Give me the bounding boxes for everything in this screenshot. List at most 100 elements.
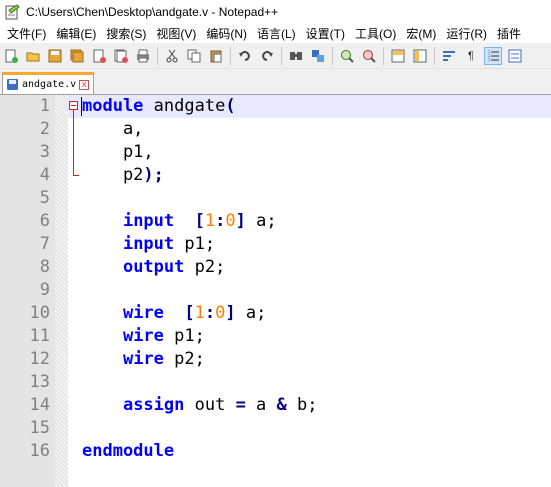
toolbar-separator xyxy=(383,46,384,65)
toolbar-separator xyxy=(281,46,282,65)
user-language-icon[interactable] xyxy=(507,48,523,64)
number-token: 0 xyxy=(225,211,236,231)
new-file-icon[interactable] xyxy=(3,48,19,64)
number-token: 0 xyxy=(215,303,226,323)
line-number: 5 xyxy=(39,188,50,208)
operator-token: [ xyxy=(184,303,195,323)
text-token: out xyxy=(184,395,236,415)
line-number: 4 xyxy=(39,165,50,185)
operator-token: ] xyxy=(225,303,236,323)
code-line: a, xyxy=(82,118,143,141)
keyword-token: endmodule xyxy=(82,441,175,461)
text-token: p2; xyxy=(184,257,226,277)
text-caret xyxy=(81,97,82,116)
operator-token: ] xyxy=(235,211,246,231)
replace-icon[interactable] xyxy=(310,48,326,64)
close-tab-icon[interactable]: x xyxy=(79,79,90,90)
zoom-in-icon[interactable] xyxy=(339,48,355,64)
menu-macro[interactable]: 宏(M) xyxy=(401,25,441,42)
menu-edit[interactable]: 编辑(E) xyxy=(51,25,101,42)
keyword-token: wire xyxy=(122,303,164,323)
operator-token: ( xyxy=(225,96,236,116)
zoom-out-icon[interactable] xyxy=(361,48,377,64)
show-all-characters-icon[interactable]: ¶ xyxy=(463,48,479,64)
menu-language[interactable]: 语言(L) xyxy=(252,25,301,42)
close-all-icon[interactable] xyxy=(113,48,129,64)
copy-icon[interactable] xyxy=(186,48,202,64)
find-icon[interactable] xyxy=(288,48,304,64)
code-line: input [1:0] a; xyxy=(82,210,277,233)
redo-icon[interactable] xyxy=(259,48,275,64)
save-all-icon[interactable] xyxy=(69,48,85,64)
line-number: 9 xyxy=(39,280,50,300)
line-number: 8 xyxy=(39,257,50,277)
close-file-icon[interactable] xyxy=(91,48,107,64)
keyword-token: output xyxy=(122,257,185,277)
sync-horizontal-icon[interactable] xyxy=(412,48,428,64)
menu-plugins[interactable]: 插件 xyxy=(492,25,526,42)
line-number: 12 xyxy=(29,349,50,369)
code-line: wire p2; xyxy=(82,348,205,371)
text-token: p1; xyxy=(163,326,205,346)
text-token: p1; xyxy=(174,234,216,254)
indent-guide-icon[interactable] xyxy=(484,46,502,65)
menu-settings[interactable]: 设置(T) xyxy=(301,25,350,42)
fold-margin[interactable] xyxy=(55,95,68,487)
line-number: 7 xyxy=(39,234,50,254)
toolbar-separator xyxy=(230,46,231,65)
open-file-icon[interactable] xyxy=(25,48,41,64)
text-token: p2 xyxy=(82,165,144,185)
saved-file-icon xyxy=(7,79,18,90)
line-number: 1 xyxy=(39,96,50,116)
cut-icon[interactable] xyxy=(164,48,180,64)
code-line: wire p1; xyxy=(82,325,205,348)
paste-icon[interactable] xyxy=(208,48,224,64)
print-icon[interactable] xyxy=(135,48,151,64)
menu-file[interactable]: 文件(F) xyxy=(0,25,51,42)
fold-guide-line xyxy=(73,110,74,175)
number-token: 1 xyxy=(194,303,205,323)
menu-encoding[interactable]: 编码(N) xyxy=(201,25,252,42)
menu-bar: 文件(F) 编辑(E) 搜索(S) 视图(V) 编码(N) 语言(L) 设置(T… xyxy=(0,23,551,43)
sync-vertical-icon[interactable] xyxy=(390,48,406,64)
keyword-token: input xyxy=(122,211,175,231)
toolbar-separator xyxy=(434,46,435,65)
toolbar: ¶ xyxy=(0,43,551,69)
text-token: andgate xyxy=(143,96,226,116)
number-token: 1 xyxy=(204,211,216,231)
code-line: module andgate( xyxy=(82,95,236,118)
toolbar-separator xyxy=(157,46,158,65)
code-line: p2); xyxy=(82,164,164,187)
tab-label: andgate.v xyxy=(22,79,77,90)
keyword-token: wire xyxy=(122,326,164,346)
text-token: p1, xyxy=(82,142,154,162)
save-icon[interactable] xyxy=(47,48,63,64)
title-bar: C:\Users\Chen\Desktop\andgate.v - Notepa… xyxy=(0,0,551,23)
operator-token: [ xyxy=(194,211,205,231)
code-editor[interactable]: 1 module andgate(2 a, 3 p1, 4 p2); 5 6 input … xyxy=(0,95,551,487)
operator-token: : xyxy=(204,303,216,323)
code-line: assign out = a & b; xyxy=(82,394,318,417)
menu-tools[interactable]: 工具(O) xyxy=(350,25,401,42)
tab-andgate-v[interactable]: andgate.v x xyxy=(2,72,94,94)
menu-view[interactable]: 视图(V) xyxy=(151,25,201,42)
keyword-token: assign xyxy=(122,395,185,415)
line-number: 13 xyxy=(29,372,50,392)
word-wrap-icon[interactable] xyxy=(441,48,457,64)
text-token: a; xyxy=(245,211,277,231)
text-token: p2; xyxy=(163,349,205,369)
tab-bar: andgate.v x xyxy=(0,69,551,95)
menu-search[interactable]: 搜索(S) xyxy=(101,25,151,42)
fold-collapse-icon[interactable] xyxy=(69,101,78,110)
window-title: C:\Users\Chen\Desktop\andgate.v - Notepa… xyxy=(26,4,279,19)
keyword-token: module xyxy=(82,96,144,116)
menu-run[interactable]: 运行(R) xyxy=(441,25,492,42)
undo-icon[interactable] xyxy=(237,48,253,64)
